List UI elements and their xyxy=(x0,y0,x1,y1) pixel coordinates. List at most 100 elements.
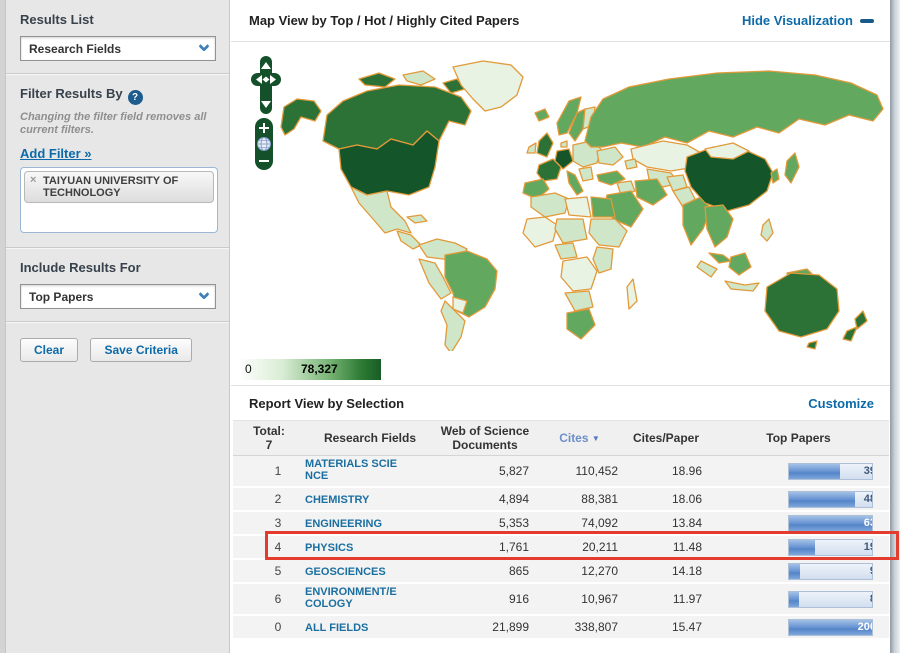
col-total: Total: 7 xyxy=(253,424,285,452)
report-table: Total: 7 Research Fields Web of Science … xyxy=(233,420,899,640)
customize-link[interactable]: Customize xyxy=(808,396,874,411)
filter-results-heading: Filter Results By? xyxy=(20,86,215,105)
map-area xyxy=(231,42,900,357)
results-list-dropdown[interactable]: Research Fields xyxy=(20,36,216,61)
include-results-value: Top Papers xyxy=(29,289,94,304)
save-criteria-button[interactable]: Save Criteria xyxy=(90,338,192,362)
col-top-papers: Top Papers xyxy=(766,431,831,445)
table-row: 3 ENGINEERING 5,353 74,092 13.84 63 xyxy=(233,512,889,536)
active-filters-box: × TAIYUAN UNIVERSITY OF TECHNOLOGY xyxy=(20,167,218,233)
row-cites: 12,270 xyxy=(581,564,618,578)
bar-value: 48 xyxy=(863,492,872,505)
map-legend-row: 0 78,327 xyxy=(231,357,900,386)
results-list-section: Results List Research Fields xyxy=(0,0,229,74)
sort-desc-icon: ▼ xyxy=(591,433,600,443)
row-cites: 338,807 xyxy=(574,620,618,634)
bar-fill xyxy=(789,491,856,507)
top-papers-bar: 63 xyxy=(788,514,873,532)
include-results-section: Include Results For Top Papers xyxy=(0,248,229,322)
hide-visualization-link[interactable]: Hide Visualization xyxy=(742,13,874,28)
map-header: Map View by Top / Hot / Highly Cited Pap… xyxy=(231,0,900,42)
row-field-link[interactable]: ALL FIELDS xyxy=(305,622,368,634)
filter-note: Changing the filter field removes all cu… xyxy=(20,111,207,136)
report-header: Report View by Selection Customize xyxy=(231,386,900,420)
table-row: 1 MATERIALS SCIENCE 5,827 110,452 18.96 … xyxy=(233,456,889,488)
world-map[interactable] xyxy=(239,49,889,351)
row-cpp: 11.97 xyxy=(672,592,702,606)
filter-tag-label: TAIYUAN UNIVERSITY OF TECHNOLOGY xyxy=(43,175,179,199)
collapse-minus-icon xyxy=(860,18,874,23)
vertical-scrollbar[interactable] xyxy=(890,0,900,653)
remove-filter-icon[interactable]: × xyxy=(30,175,36,186)
bar-value: 9 xyxy=(870,564,872,579)
row-cpp: 18.06 xyxy=(671,492,702,506)
map-pan-control[interactable] xyxy=(251,56,281,114)
top-papers-bar: 39 xyxy=(788,462,873,480)
bar-fill xyxy=(789,563,800,579)
filter-tag: × TAIYUAN UNIVERSITY OF TECHNOLOGY xyxy=(24,171,214,203)
help-icon[interactable]: ? xyxy=(127,90,143,105)
scale-min-label: 0 xyxy=(245,362,252,376)
sidebar-buttons: Clear Save Criteria xyxy=(0,322,229,376)
row-rank: 1 xyxy=(274,464,282,478)
results-list-heading: Results List xyxy=(20,12,94,27)
row-docs: 1,761 xyxy=(498,540,529,554)
row-cites: 10,967 xyxy=(581,592,618,606)
row-cites: 20,211 xyxy=(582,540,618,554)
table-row: 0 ALL FIELDS 21,899 338,807 15.47 206 xyxy=(233,616,889,640)
bar-value: 206 xyxy=(857,620,872,633)
include-results-dropdown[interactable]: Top Papers xyxy=(20,284,216,309)
main-panel: Map View by Top / Hot / Highly Cited Pap… xyxy=(231,0,900,653)
row-rank: 6 xyxy=(274,592,282,606)
row-docs: 5,353 xyxy=(498,516,529,530)
scale-max-label: 78,327 xyxy=(301,362,338,376)
bar-fill xyxy=(789,463,841,479)
row-cpp: 18.96 xyxy=(671,464,702,478)
bar-value: 8 xyxy=(870,592,872,607)
filter-sidebar: Results List Research Fields Filter Resu… xyxy=(0,0,230,653)
table-row: 6 ENVIRONMENT/ECOLOGY 916 10,967 11.97 8 xyxy=(233,584,889,616)
bar-value: 39 xyxy=(863,464,872,477)
top-papers-bar: 206 xyxy=(788,618,873,636)
choropleth-scale: 0 78,327 xyxy=(241,359,381,380)
col-cites-per-paper: Cites/Paper xyxy=(632,431,700,445)
row-rank: 5 xyxy=(274,564,282,578)
top-papers-bar: 19 xyxy=(788,538,873,556)
top-papers-bar: 9 xyxy=(788,562,873,580)
row-cpp: 13.84 xyxy=(671,516,702,530)
bar-fill xyxy=(789,515,872,531)
row-cpp: 15.47 xyxy=(671,620,702,634)
include-results-heading: Include Results For xyxy=(20,260,141,275)
row-docs: 4,894 xyxy=(498,492,529,506)
clear-button[interactable]: Clear xyxy=(20,338,79,362)
results-list-value: Research Fields xyxy=(29,41,122,56)
col-wos-documents: Web of Science Documents xyxy=(440,424,530,452)
top-papers-bar: 8 xyxy=(788,590,873,608)
row-cpp: 14.18 xyxy=(671,564,702,578)
row-cites: 74,092 xyxy=(581,516,618,530)
row-field-link[interactable]: MATERIALS SCIENCE xyxy=(305,458,403,482)
row-field-link[interactable]: ENVIRONMENT/ECOLOGY xyxy=(305,586,403,610)
globe-icon xyxy=(257,137,271,151)
row-rank: 0 xyxy=(274,620,282,634)
top-papers-bar: 48 xyxy=(788,490,873,508)
table-row: 2 CHEMISTRY 4,894 88,381 18.06 48 xyxy=(233,488,889,512)
row-field-link[interactable]: ENGINEERING xyxy=(305,518,382,530)
report-title: Report View by Selection xyxy=(249,395,405,411)
col-cites-sort[interactable]: Cites ▼ xyxy=(535,431,624,446)
map-title: Map View by Top / Hot / Highly Cited Pap… xyxy=(249,13,520,28)
row-field-link[interactable]: PHYSICS xyxy=(305,542,353,554)
add-filter-link[interactable]: Add Filter » xyxy=(20,146,92,161)
bar-fill xyxy=(789,539,815,555)
row-docs: 21,899 xyxy=(492,620,529,634)
row-rank: 3 xyxy=(274,516,282,530)
bar-fill xyxy=(789,591,799,607)
row-docs: 865 xyxy=(508,564,529,578)
row-rank: 2 xyxy=(274,492,282,506)
chevron-down-icon xyxy=(193,285,215,308)
row-cites: 110,452 xyxy=(575,464,619,478)
filter-results-section: Filter Results By? Changing the filter f… xyxy=(0,74,229,248)
map-zoom-control[interactable] xyxy=(255,118,273,170)
row-field-link[interactable]: GEOSCIENCES xyxy=(305,566,386,578)
row-field-link[interactable]: CHEMISTRY xyxy=(305,494,369,506)
